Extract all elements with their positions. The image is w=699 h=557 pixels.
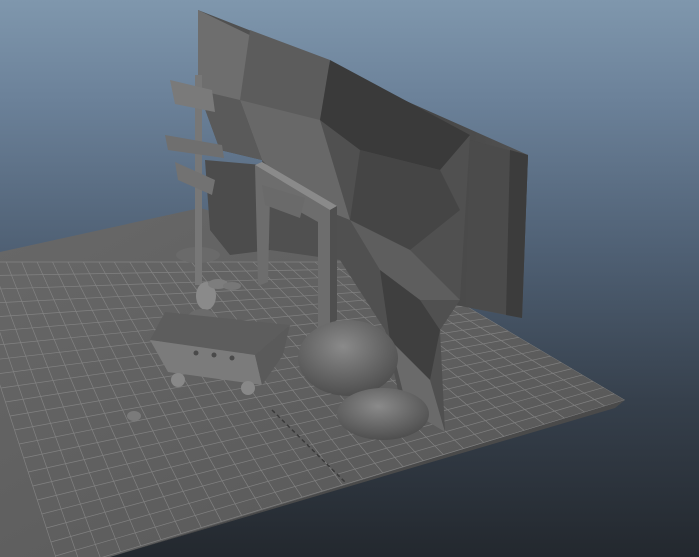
3d-scene-viewport[interactable] — [0, 0, 699, 557]
scene-canvas[interactable] — [0, 0, 699, 557]
pebble[interactable] — [127, 411, 141, 421]
boulder-large[interactable] — [298, 320, 398, 396]
boulder-small[interactable] — [337, 388, 429, 440]
